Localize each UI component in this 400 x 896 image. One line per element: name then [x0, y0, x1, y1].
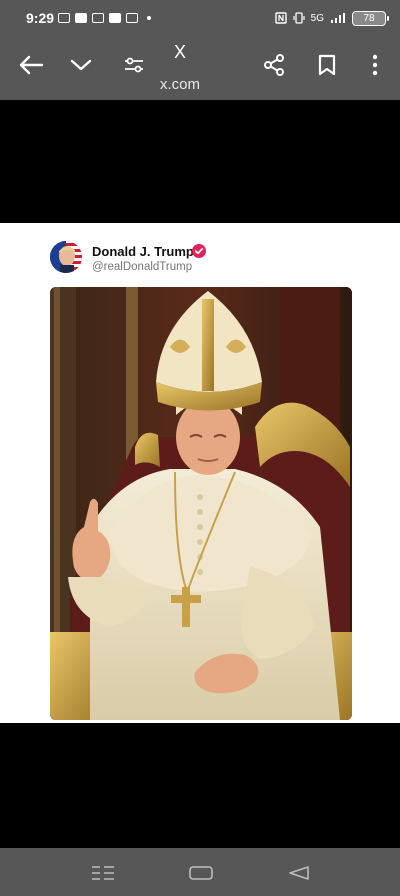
- system-nav-bar: [0, 848, 400, 896]
- tab-dropdown-button[interactable]: [66, 50, 96, 80]
- more-vertical-icon: [372, 54, 378, 76]
- home-button[interactable]: [186, 862, 216, 884]
- network-type: 5G: [310, 12, 324, 24]
- page-settings-icon: [125, 57, 143, 73]
- recent-apps-icon: [92, 866, 114, 880]
- post-image[interactable]: [50, 287, 352, 720]
- bookmark-button[interactable]: [312, 50, 342, 80]
- share-button[interactable]: [259, 50, 289, 80]
- notification-app-icon: [58, 13, 71, 23]
- back-button[interactable]: [16, 50, 46, 80]
- status-time: 9:29: [26, 10, 55, 26]
- status-bar: 9:29 5G 78: [0, 0, 400, 36]
- post-card: Donald J. Trump @realDonaldTrump: [0, 223, 400, 723]
- nfc-icon: [274, 12, 287, 24]
- battery-indicator: 78: [352, 10, 389, 26]
- chevron-down-icon: [70, 59, 92, 71]
- pope-portrait-image: [50, 287, 352, 720]
- bookmark-icon: [318, 54, 336, 76]
- verified-badge-icon: [192, 244, 206, 258]
- back-triangle-icon: [289, 866, 309, 880]
- letterbox-top: [0, 100, 400, 223]
- back-arrow-icon: [19, 55, 44, 75]
- share-icon: [264, 54, 284, 76]
- letterbox-bottom: [0, 723, 400, 848]
- display-name[interactable]: Donald J. Trump: [92, 244, 194, 259]
- avatar-flag-image: [50, 241, 82, 273]
- notification-news-icon: [92, 13, 105, 23]
- browser-toolbar: X x.com: [0, 36, 400, 100]
- notification-youtube-icon: [75, 13, 88, 23]
- more-options-button[interactable]: [360, 50, 390, 80]
- notification-icons: [58, 13, 152, 23]
- more-notifications-dot-icon: [147, 16, 152, 20]
- status-right: 5G 78: [274, 10, 389, 26]
- recent-apps-button[interactable]: [88, 862, 118, 884]
- system-back-button[interactable]: [284, 862, 314, 884]
- signal-icon: [331, 13, 345, 23]
- page-title: X: [173, 42, 186, 62]
- battery-level: 78: [363, 12, 375, 24]
- page-url[interactable]: x.com: [130, 76, 230, 93]
- user-handle[interactable]: @realDonaldTrump: [92, 261, 192, 273]
- home-icon: [189, 866, 213, 880]
- vibrate-icon: [293, 12, 305, 24]
- notification-facebook-icon: [109, 13, 122, 23]
- avatar[interactable]: [50, 241, 82, 273]
- notification-message-icon: [126, 13, 139, 23]
